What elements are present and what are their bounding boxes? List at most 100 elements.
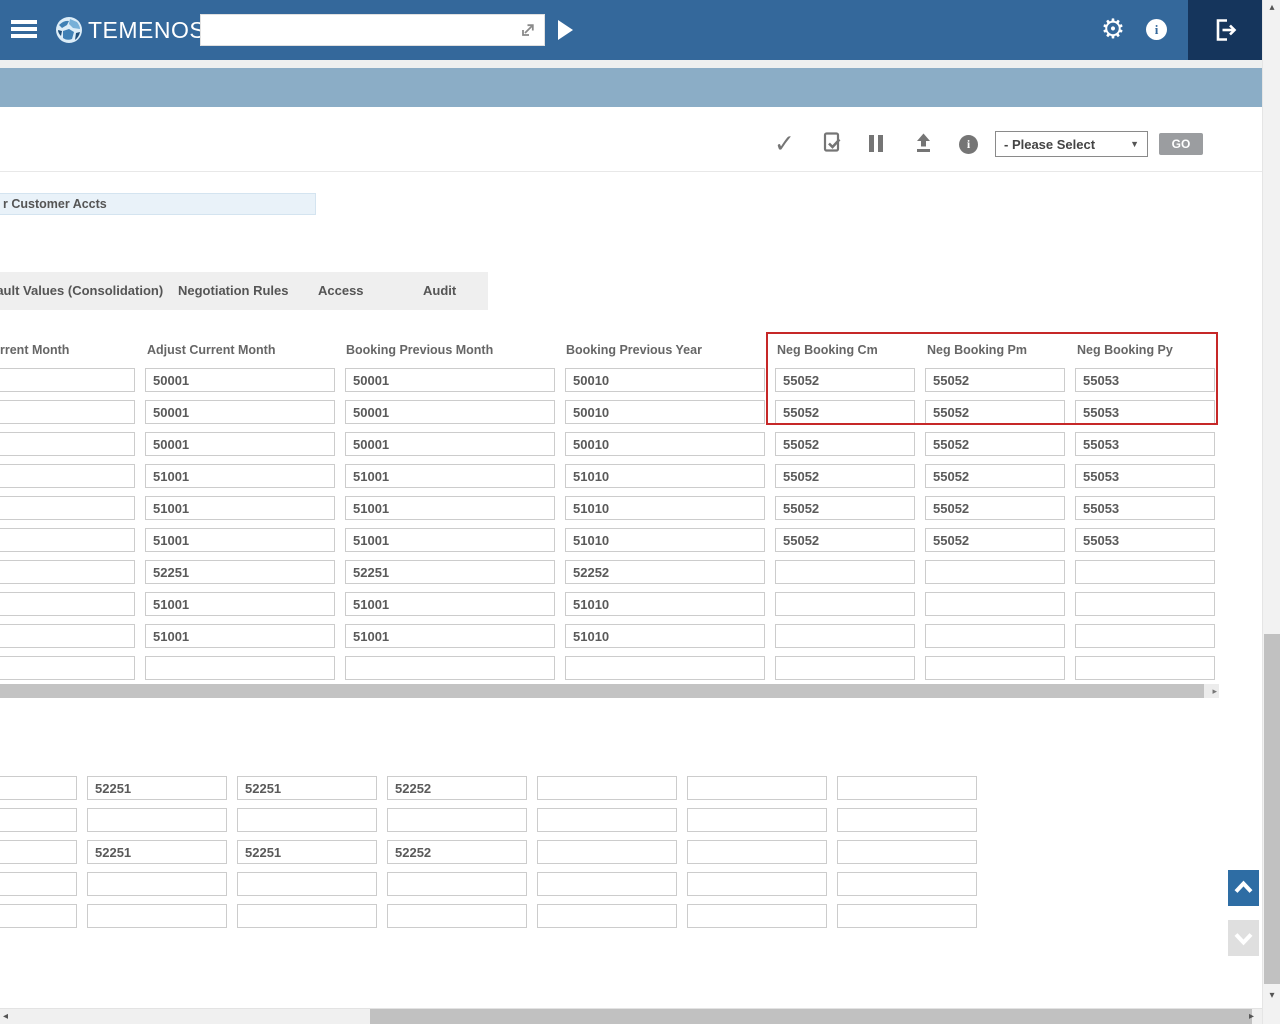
grid-cell-input[interactable] xyxy=(0,872,77,896)
grid-cell-input[interactable] xyxy=(345,560,555,584)
grid-cell-input[interactable] xyxy=(387,808,527,832)
grid-cell-input[interactable] xyxy=(925,496,1065,520)
grid-cell-input[interactable] xyxy=(925,592,1065,616)
tab-default-values-consolidation[interactable]: fault Values (Consolidation) xyxy=(0,283,163,298)
grid-cell-input[interactable] xyxy=(775,528,915,552)
scroll-right-arrow-icon[interactable]: ▸ xyxy=(1249,1009,1254,1024)
grid-cell-input[interactable] xyxy=(1075,464,1215,488)
grid-cell-input[interactable] xyxy=(1075,368,1215,392)
grid-cell-input[interactable] xyxy=(775,624,915,648)
grid-cell-input[interactable] xyxy=(145,464,335,488)
settings-gear-icon[interactable]: ⚙ xyxy=(1098,14,1128,46)
page-vertical-scrollbar-thumb[interactable] xyxy=(1264,634,1280,984)
grid-cell-input[interactable] xyxy=(775,400,915,424)
grid-cell-input[interactable] xyxy=(565,432,765,456)
grid-cell-input[interactable] xyxy=(537,872,677,896)
upload-icon[interactable] xyxy=(912,132,935,159)
grid-cell-input[interactable] xyxy=(0,432,135,456)
grid-cell-input[interactable] xyxy=(345,464,555,488)
grid-cell-input[interactable] xyxy=(145,560,335,584)
grid-cell-input[interactable] xyxy=(145,528,335,552)
tab-audit[interactable]: Audit xyxy=(423,283,456,298)
grid-cell-input[interactable] xyxy=(925,400,1065,424)
grid-cell-input[interactable] xyxy=(687,904,827,928)
grid-cell-input[interactable] xyxy=(537,904,677,928)
grid-cell-input[interactable] xyxy=(237,904,377,928)
grid-cell-input[interactable] xyxy=(775,464,915,488)
page-horizontal-scrollbar-thumb[interactable] xyxy=(370,1009,1252,1024)
scroll-to-top-button[interactable] xyxy=(1228,870,1259,906)
grid-cell-input[interactable] xyxy=(0,840,77,864)
scroll-down-arrow-icon[interactable]: ▾ xyxy=(1263,990,1280,1001)
grid-cell-input[interactable] xyxy=(775,432,915,456)
grid-cell-input[interactable] xyxy=(565,368,765,392)
grid-cell-input[interactable] xyxy=(345,656,555,680)
grid-cell-input[interactable] xyxy=(565,624,765,648)
grid-cell-input[interactable] xyxy=(0,560,135,584)
grid-cell-input[interactable] xyxy=(345,592,555,616)
hamburger-menu-icon[interactable] xyxy=(11,20,37,40)
grid-cell-input[interactable] xyxy=(345,368,555,392)
grid-cell-input[interactable] xyxy=(1075,528,1215,552)
grid-cell-input[interactable] xyxy=(345,496,555,520)
grid-cell-input[interactable] xyxy=(775,496,915,520)
grid-cell-input[interactable] xyxy=(145,432,335,456)
sign-out-button[interactable] xyxy=(1188,0,1262,60)
validate-document-icon[interactable] xyxy=(821,131,843,160)
grid-cell-input[interactable] xyxy=(87,840,227,864)
grid-cell-input[interactable] xyxy=(145,624,335,648)
grid-cell-input[interactable] xyxy=(687,872,827,896)
table-horizontal-scrollbar-thumb[interactable] xyxy=(0,684,1204,698)
grid-cell-input[interactable] xyxy=(537,808,677,832)
grid-cell-input[interactable] xyxy=(237,776,377,800)
grid-cell-input[interactable] xyxy=(237,872,377,896)
grid-cell-input[interactable] xyxy=(687,840,827,864)
grid-cell-input[interactable] xyxy=(0,808,77,832)
grid-cell-input[interactable] xyxy=(837,904,977,928)
page-horizontal-scrollbar[interactable]: ◂ ▸ xyxy=(0,1008,1262,1024)
grid-cell-input[interactable] xyxy=(145,496,335,520)
grid-cell-input[interactable] xyxy=(0,528,135,552)
grid-cell-input[interactable] xyxy=(565,560,765,584)
grid-cell-input[interactable] xyxy=(925,464,1065,488)
scroll-right-arrow-icon[interactable]: ▸ xyxy=(1212,684,1217,698)
grid-cell-input[interactable] xyxy=(925,368,1065,392)
grid-cell-input[interactable] xyxy=(0,776,77,800)
grid-cell-input[interactable] xyxy=(1075,592,1215,616)
grid-cell-input[interactable] xyxy=(237,840,377,864)
grid-cell-input[interactable] xyxy=(775,368,915,392)
grid-cell-input[interactable] xyxy=(565,400,765,424)
grid-cell-input[interactable] xyxy=(775,592,915,616)
grid-cell-input[interactable] xyxy=(775,560,915,584)
grid-cell-input[interactable] xyxy=(145,656,335,680)
grid-cell-input[interactable] xyxy=(565,528,765,552)
grid-cell-input[interactable] xyxy=(87,872,227,896)
grid-cell-input[interactable] xyxy=(1075,432,1215,456)
details-info-icon[interactable]: i xyxy=(959,135,978,154)
grid-cell-input[interactable] xyxy=(837,808,977,832)
grid-cell-input[interactable] xyxy=(537,776,677,800)
grid-cell-input[interactable] xyxy=(775,656,915,680)
grid-cell-input[interactable] xyxy=(0,496,135,520)
grid-cell-input[interactable] xyxy=(387,872,527,896)
goto-command-icon[interactable] xyxy=(519,21,536,43)
go-button[interactable]: GO xyxy=(1159,133,1203,155)
scroll-left-arrow-icon[interactable]: ◂ xyxy=(3,1009,8,1024)
scroll-to-bottom-button[interactable] xyxy=(1228,920,1259,956)
grid-cell-input[interactable] xyxy=(237,808,377,832)
grid-cell-input[interactable] xyxy=(387,776,527,800)
grid-cell-input[interactable] xyxy=(0,368,135,392)
grid-cell-input[interactable] xyxy=(0,904,77,928)
grid-cell-input[interactable] xyxy=(87,776,227,800)
grid-cell-input[interactable] xyxy=(0,400,135,424)
grid-cell-input[interactable] xyxy=(687,776,827,800)
grid-cell-input[interactable] xyxy=(345,432,555,456)
grid-cell-input[interactable] xyxy=(925,560,1065,584)
grid-cell-input[interactable] xyxy=(0,624,135,648)
grid-cell-input[interactable] xyxy=(925,624,1065,648)
grid-cell-input[interactable] xyxy=(1075,400,1215,424)
grid-cell-input[interactable] xyxy=(345,624,555,648)
grid-cell-input[interactable] xyxy=(0,464,135,488)
grid-cell-input[interactable] xyxy=(87,808,227,832)
command-search-input[interactable] xyxy=(200,14,545,46)
